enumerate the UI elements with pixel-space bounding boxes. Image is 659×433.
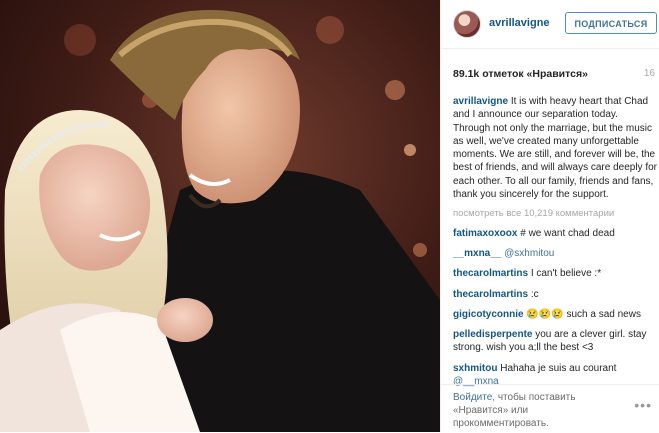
caption-text: It is with heavy heart that Chad and I a… [453,96,657,201]
comment-username[interactable]: __mxna__ [453,248,501,259]
comment-username[interactable]: thecarolmartins [453,268,528,279]
comment-text: :c [530,288,539,300]
comment: fatimaxoxoox # we want chad dead [453,227,657,240]
comment: thecarolmartins :c [453,288,657,301]
follow-button[interactable]: ПОДПИСАТЬСЯ [565,12,657,34]
comment-mention[interactable]: @sxhmitou [504,248,554,259]
comment-footer: Войдите, чтобы поставить «Нравится» или … [441,384,659,433]
comment-username[interactable]: gigicotyconnie [453,309,524,320]
post-date[interactable]: 16 [644,68,655,79]
likes-count[interactable]: 89.1k отметок «Нравится» [453,68,588,80]
view-all-comments-link[interactable]: посмотреть все 10,219 комментарии [453,207,657,220]
comment-username[interactable]: fatimaxoxoox [453,228,517,239]
comment-text: I can't believe :* [530,268,602,280]
comment: gigicotyconnie 😢😢😢 such a sad news [453,308,657,321]
instagram-post: avrillavigne ПОДПИСАТЬСЯ 89.1k отметок «… [0,0,659,432]
post-photo[interactable] [0,0,440,432]
comment: __mxna__ @sxhmitou [453,247,657,260]
login-link[interactable]: Войдите [453,392,492,403]
post-header: avrillavigne ПОДПИСАТЬСЯ [441,0,659,49]
comment-username[interactable]: pelledisperpente [453,329,532,340]
caption-username[interactable]: avrillavigne [453,96,508,107]
wedding-photo [0,0,440,432]
comment-text: Hahaha je suis au courant [500,362,617,374]
comment-username[interactable]: thecarolmartins [453,289,528,300]
login-prompt: Войдите, чтобы поставить «Нравится» или … [453,391,623,430]
post-caption: avrillavigne It is with heavy heart that… [453,95,657,201]
avatar[interactable] [453,10,481,38]
comment: pelledisperpente you are a clever girl. … [453,328,657,355]
comments-feed: avrillavigne It is with heavy heart that… [453,95,657,395]
comment: thecarolmartins I can't believe :* [453,267,657,280]
post-sidebar: avrillavigne ПОДПИСАТЬСЯ 89.1k отметок «… [440,0,659,432]
comment-text: 😢😢😢 such a sad news [526,308,641,320]
comment-username[interactable]: sxhmitou [453,363,497,374]
header-username[interactable]: avrillavigne [489,17,550,29]
comment-text: # we want chad dead [520,227,615,239]
more-options-icon[interactable]: ••• [634,397,652,413]
